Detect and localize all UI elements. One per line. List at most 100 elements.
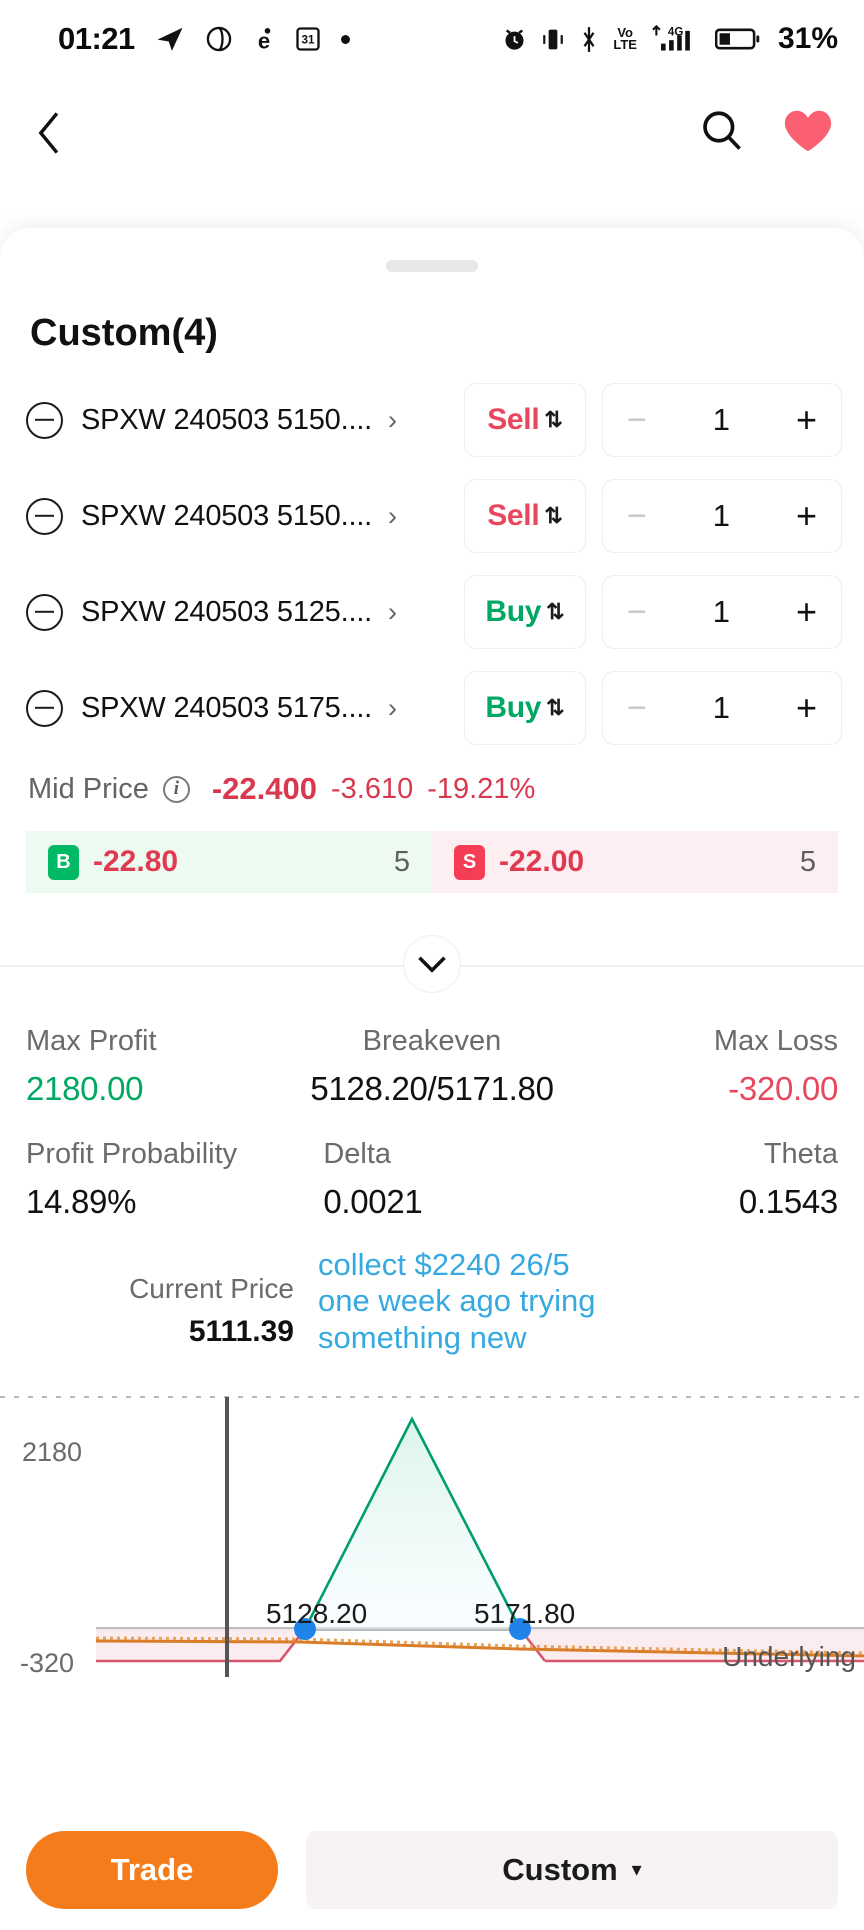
telegram-icon <box>155 24 185 54</box>
bid-badge: B <box>48 844 79 880</box>
chevron-right-icon[interactable]: › <box>388 598 397 626</box>
battery-percent: 31% <box>777 22 838 55</box>
stat-label: Profit Probability <box>26 1138 238 1170</box>
bid-qty: 5 <box>393 845 410 878</box>
e-app-icon: e <box>253 25 275 53</box>
stat-label: Max Profit <box>26 1025 157 1057</box>
chart-y-tick-bottom: -320 <box>20 1648 75 1678</box>
trade-button[interactable]: Trade <box>26 1831 278 1909</box>
page-title: Custom(4) <box>30 312 218 354</box>
bottom-action-bar: Trade Custom ▾ <box>0 1810 864 1930</box>
leg-row[interactable]: SPXW 240503 5175.... › Buy ⇅ − 1 + <box>26 671 842 745</box>
bid-cell[interactable]: B -22.80 5 <box>26 831 432 893</box>
quantity-stepper[interactable]: − 1 + <box>602 383 842 457</box>
quantity-stepper[interactable]: − 1 + <box>602 479 842 553</box>
strategy-dropdown[interactable]: Custom ▾ <box>306 1831 838 1909</box>
ask-price: -22.00 <box>499 845 585 878</box>
leg-name[interactable]: SPXW 240503 5150.... <box>81 500 372 533</box>
leg-row[interactable]: SPXW 240503 5125.... › Buy ⇅ − 1 + <box>26 575 842 649</box>
nav-bar <box>0 78 864 188</box>
payoff-chart[interactable]: 2180 -320 5128.20 5171.80 Underlying <box>0 1379 864 1709</box>
heart-icon[interactable] <box>782 107 834 160</box>
alarm-icon <box>501 26 528 53</box>
signal-icon: 4G <box>650 24 702 54</box>
stat-value: 14.89% <box>26 1183 137 1220</box>
stat-label: Breakeven <box>362 1025 502 1057</box>
current-price-value: 5111.39 <box>188 1315 294 1348</box>
current-price-area: Current Price 5111.39 collect $2240 26/5… <box>0 1247 864 1373</box>
annotation-note: collect $2240 26/5 one week ago trying s… <box>318 1247 596 1355</box>
stat-profit-probability: Profit Probability 14.89% <box>26 1138 283 1221</box>
bluetooth-icon <box>578 26 600 53</box>
mid-price-value: -22.400 <box>211 771 317 806</box>
info-icon[interactable]: i <box>162 775 190 803</box>
order-sheet: Custom(4) SPXW 240503 5150.... › Sell ⇅ … <box>0 228 864 1930</box>
decrement-button[interactable]: − <box>627 691 647 725</box>
opera-icon <box>205 25 233 53</box>
remove-leg-icon[interactable] <box>26 689 63 727</box>
leg-name[interactable]: SPXW 240503 5175.... <box>81 692 372 725</box>
legs-list: SPXW 240503 5150.... › Sell ⇅ − 1 + SPXW… <box>0 383 864 745</box>
leg-row[interactable]: SPXW 240503 5150.... › Sell ⇅ − 1 + <box>26 383 842 457</box>
ask-cell[interactable]: S -22.00 5 <box>432 831 838 893</box>
quantity-stepper[interactable]: − 1 + <box>602 671 842 745</box>
stats-row-1: Max Profit 2180.00 Breakeven 5128.20/517… <box>26 1025 838 1108</box>
chart-breakeven-label-left: 5128.20 <box>266 1598 368 1629</box>
decrement-button[interactable]: − <box>627 499 647 533</box>
leg-side-button[interactable]: Buy ⇅ <box>464 575 586 649</box>
chevron-right-icon[interactable]: › <box>388 406 397 434</box>
quantity-stepper[interactable]: − 1 + <box>602 575 842 649</box>
remove-leg-icon[interactable] <box>26 497 63 535</box>
bid-price: -22.80 <box>93 845 179 878</box>
stat-value: 0.1543 <box>738 1183 838 1220</box>
chevron-left-icon[interactable] <box>28 111 72 155</box>
leg-name[interactable]: SPXW 240503 5150.... <box>81 404 372 437</box>
strategy-dropdown-label: Custom <box>502 1852 618 1887</box>
increment-button[interactable]: + <box>796 594 817 630</box>
sheet-drag-handle[interactable] <box>386 260 478 272</box>
decrement-button[interactable]: − <box>627 403 647 437</box>
increment-button[interactable]: + <box>796 402 817 438</box>
decrement-button[interactable]: − <box>627 595 647 629</box>
stats-row-2: Profit Probability 14.89% Delta 0.0021 T… <box>26 1138 838 1221</box>
stat-label: Theta <box>763 1138 838 1170</box>
leg-side-label: Sell <box>487 403 540 436</box>
calendar-icon: 31 <box>295 25 321 53</box>
vibrate-icon <box>541 26 565 53</box>
search-icon[interactable] <box>698 107 746 160</box>
status-bar: 01:21 e 31 Vo LTE 4G 31% <box>0 0 864 78</box>
collapse-section <box>0 935 864 995</box>
dot-icon <box>340 34 350 44</box>
stat-value: 5128.20/5171.80 <box>310 1070 554 1107</box>
increment-button[interactable]: + <box>796 498 817 534</box>
volte-icon: Vo LTE <box>613 25 637 52</box>
stat-theta: Theta 0.1543 <box>581 1138 838 1221</box>
chevron-right-icon[interactable]: › <box>388 502 397 530</box>
increment-button[interactable]: + <box>796 690 817 726</box>
status-bar-right: Vo LTE 4G 31% <box>501 22 838 56</box>
swap-icon: ⇅ <box>546 599 565 624</box>
leg-row[interactable]: SPXW 240503 5150.... › Sell ⇅ − 1 + <box>26 479 842 553</box>
leg-side-button[interactable]: Buy ⇅ <box>464 671 586 745</box>
chevron-right-icon[interactable]: › <box>388 694 397 722</box>
stat-value: 2180.00 <box>26 1070 144 1107</box>
svg-text:31: 31 <box>301 34 314 47</box>
quantity-value: 1 <box>712 690 731 725</box>
leg-name[interactable]: SPXW 240503 5125.... <box>81 596 372 629</box>
nav-bar-actions <box>698 107 834 160</box>
chart-y-tick-top: 2180 <box>22 1437 83 1467</box>
current-price-label: Current Price <box>129 1273 294 1304</box>
stat-label: Delta <box>323 1138 392 1170</box>
battery-icon <box>714 26 761 52</box>
mid-price-label: Mid Price <box>28 772 149 805</box>
leg-side-button[interactable]: Sell ⇅ <box>464 479 586 553</box>
quantity-value: 1 <box>712 402 731 437</box>
mid-price-row: Mid Price i -22.400 -3.610 -19.21% <box>28 771 864 807</box>
stat-label: Max Loss <box>713 1025 839 1057</box>
remove-leg-icon[interactable] <box>26 593 63 631</box>
remove-leg-icon[interactable] <box>26 401 63 439</box>
status-bar-left: 01:21 e 31 <box>58 21 350 57</box>
chevron-down-icon[interactable] <box>403 935 461 993</box>
leg-side-button[interactable]: Sell ⇅ <box>464 383 586 457</box>
stat-max-loss: Max Loss -320.00 <box>567 1025 838 1108</box>
